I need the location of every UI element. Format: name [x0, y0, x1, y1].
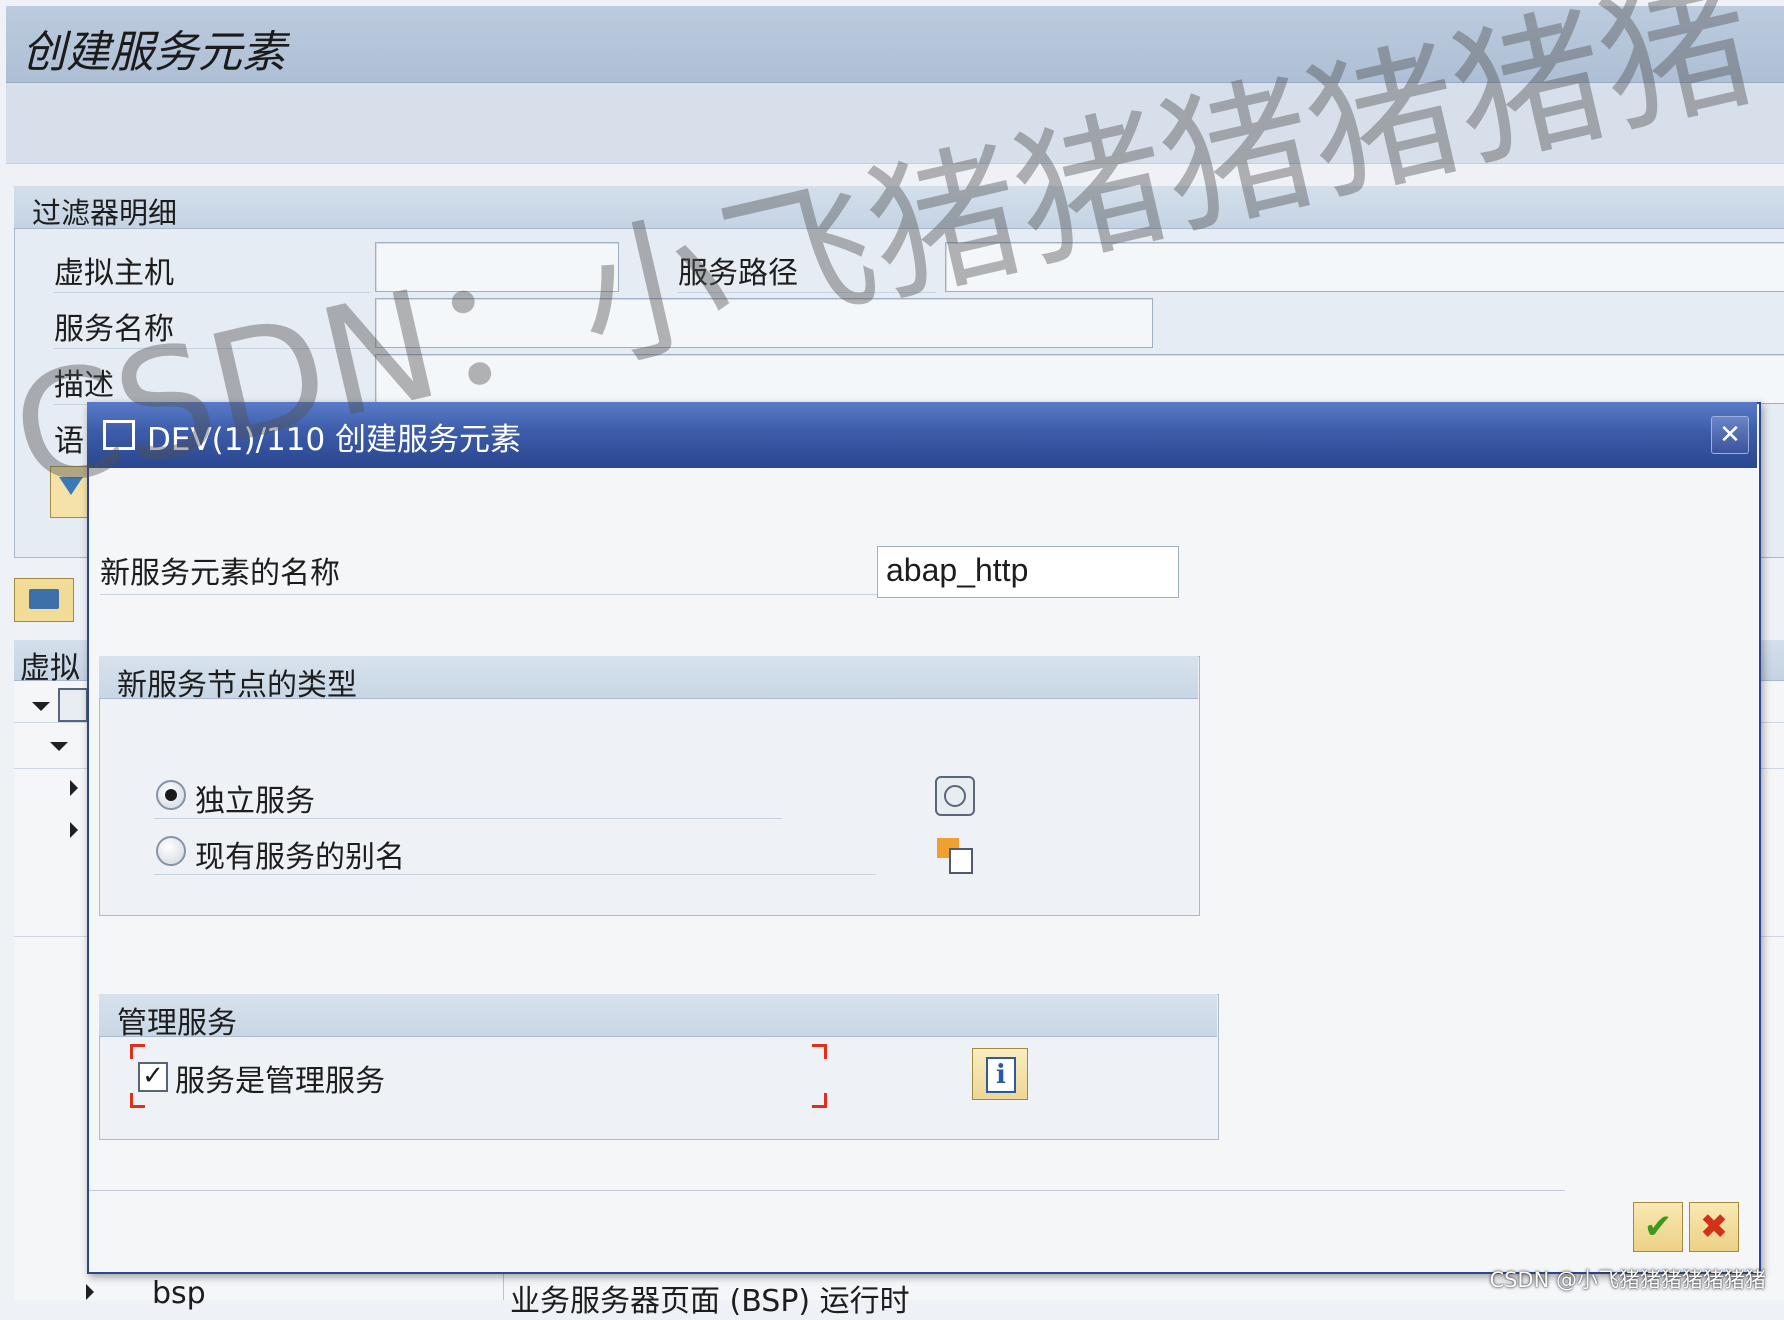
window-titlebar: 创建服务元素	[6, 6, 1784, 83]
cancel-icon: ✖	[1699, 1207, 1729, 1247]
filter-funnel-icon	[59, 477, 83, 495]
virtual-host-label: 虚拟主机	[54, 248, 370, 293]
window-title: 创建服务元素	[22, 27, 286, 78]
admin-service-checkbox[interactable]: ✓	[138, 1062, 168, 1092]
alias-service-row[interactable]: 现有服务的别名	[154, 830, 876, 875]
dialog-close-button[interactable]: ✕	[1711, 416, 1749, 454]
printer-icon	[29, 589, 59, 609]
dialog-title: DEV(1)/110 创建服务元素	[147, 422, 522, 458]
language-label: 语	[54, 424, 84, 459]
admin-service-checkbox-label[interactable]: 服务是管理服务	[175, 1056, 385, 1100]
node-type-group-header: 新服务节点的类型	[99, 656, 1198, 703]
service-name-label: 服务名称	[54, 304, 370, 349]
tree-expand-icon[interactable]	[50, 742, 68, 751]
tree-collapse-icon[interactable]	[70, 780, 78, 796]
service-name-input[interactable]	[375, 298, 1153, 348]
new-element-name-value: abap_http	[886, 552, 1029, 588]
independent-service-label: 独立服务	[195, 784, 315, 819]
apply-filter-button[interactable]	[50, 466, 92, 518]
credit-caption: CSDN @小飞猪猪猪猪猪猪猪	[1489, 1268, 1766, 1292]
application-toolbar	[6, 83, 1784, 164]
info-button[interactable]: i	[972, 1048, 1028, 1100]
filter-panel-title: 过滤器明细	[32, 196, 178, 230]
virtual-host-input[interactable]	[375, 242, 619, 292]
confirm-button[interactable]: ✔	[1633, 1202, 1683, 1252]
info-icon: i	[986, 1057, 1016, 1093]
new-element-name-label: 新服务元素的名称	[100, 548, 880, 595]
dialog-titlebar: DEV(1)/110 创建服务元素 ✕	[87, 402, 1757, 468]
tree-collapse-icon[interactable]	[70, 822, 78, 838]
print-button[interactable]	[14, 578, 74, 622]
dialog-window-icon	[103, 420, 135, 450]
host-folder-icon	[58, 688, 88, 722]
tree-node-bsp[interactable]: bsp	[152, 1276, 206, 1311]
admin-service-group-header: 管理服务	[99, 994, 1217, 1041]
service-path-input[interactable]	[945, 242, 1784, 292]
tree-node-bsp-description: 业务服务器页面 (BSP) 运行时	[510, 1284, 910, 1319]
independent-service-icon	[935, 776, 975, 816]
tree-column-virtual: 虚拟	[20, 651, 80, 686]
node-type-group-title: 新服务节点的类型	[117, 668, 357, 703]
new-element-name-input[interactable]: abap_http	[877, 546, 1179, 598]
alias-service-icon	[937, 834, 977, 874]
filter-panel-header: 过滤器明细	[14, 186, 1784, 230]
close-icon: ✕	[1719, 420, 1741, 450]
service-path-label: 服务路径	[678, 248, 936, 293]
check-icon: ✔	[1643, 1207, 1673, 1247]
tree-collapse-icon[interactable]	[86, 1284, 94, 1300]
admin-service-group-title: 管理服务	[117, 1006, 237, 1041]
alias-service-label: 现有服务的别名	[195, 840, 405, 875]
checkmark-icon: ✓	[142, 1061, 164, 1091]
description-input[interactable]	[375, 354, 1784, 404]
independent-service-row[interactable]: 独立服务	[154, 774, 782, 819]
description-label: 描述	[54, 360, 370, 405]
tree-expand-icon[interactable]	[32, 702, 50, 711]
cancel-button[interactable]: ✖	[1689, 1202, 1739, 1252]
